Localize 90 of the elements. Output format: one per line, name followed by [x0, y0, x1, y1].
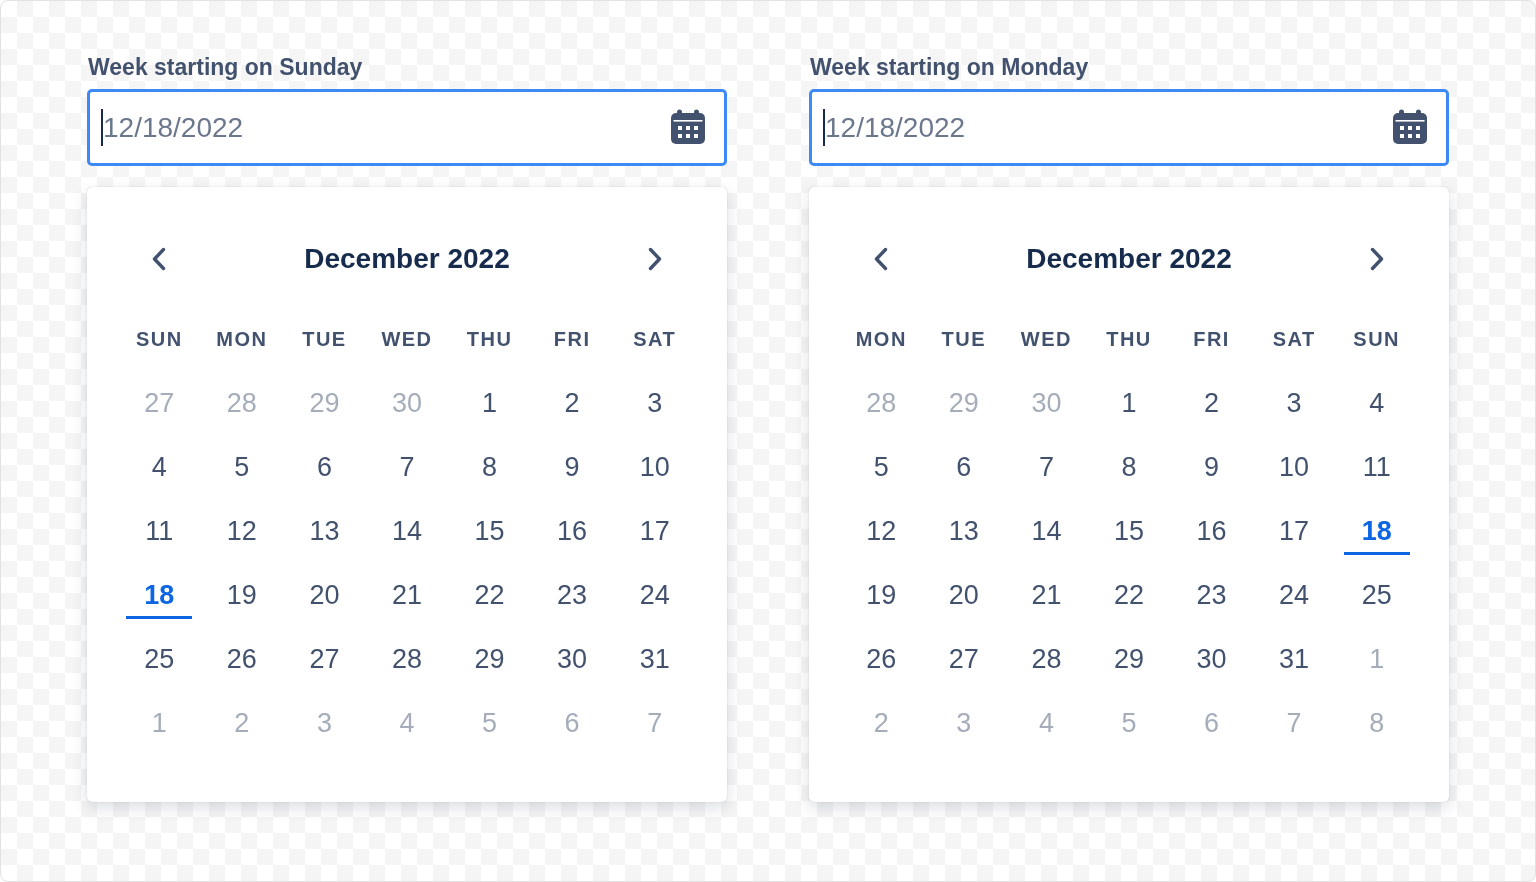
calendar-day[interactable]: 1: [1096, 379, 1162, 427]
calendar-day[interactable]: 11: [1343, 443, 1410, 491]
calendar-day[interactable]: 26: [208, 635, 275, 683]
calendar-day[interactable]: 7: [374, 443, 440, 491]
calendar-day[interactable]: 14: [1013, 507, 1080, 555]
calendar-day[interactable]: 21: [1013, 571, 1080, 619]
calendar-day[interactable]: 19: [848, 571, 915, 619]
calendar-day[interactable]: 4: [1343, 379, 1410, 427]
calendar-day[interactable]: 27: [930, 635, 997, 683]
calendar-day[interactable]: 22: [1096, 571, 1162, 619]
calendar-day[interactable]: 31: [1261, 635, 1328, 683]
weekday-label: TUE: [941, 327, 987, 351]
calendar-day[interactable]: 10: [621, 443, 688, 491]
weekday-label: MON: [855, 327, 907, 351]
calendar-day[interactable]: 24: [621, 571, 688, 619]
calendar-day[interactable]: 23: [539, 571, 606, 619]
weekday-label: MON: [216, 327, 268, 351]
calendar-day[interactable]: 29: [456, 635, 523, 683]
calendar-day[interactable]: 14: [374, 507, 440, 555]
month-title: December 2022: [1026, 243, 1232, 275]
calendar-icon: [670, 109, 706, 145]
weekday-label: WED: [381, 327, 433, 351]
calendar-day[interactable]: 12: [848, 507, 915, 555]
calendar-day[interactable]: 27: [291, 635, 358, 683]
calendar-day[interactable]: 12: [208, 507, 275, 555]
text-cursor-icon: [823, 109, 825, 146]
calendar-day[interactable]: 17: [1261, 507, 1328, 555]
calendar-day[interactable]: 24: [1261, 571, 1328, 619]
calendar-icon: [1392, 109, 1428, 145]
calendar-day[interactable]: 5: [848, 443, 915, 491]
weekday-label: WED: [1020, 327, 1072, 351]
weekday-label: TUE: [302, 327, 347, 351]
weekday-label: SAT: [633, 327, 677, 351]
field-label: Week starting on Sunday: [88, 53, 363, 81]
calendar-day[interactable]: 20: [930, 571, 997, 619]
calendar-day[interactable]: 9: [539, 443, 606, 491]
calendar-day[interactable]: 18: [126, 571, 193, 619]
weekday-label: SAT: [1272, 327, 1316, 351]
text-cursor-icon: [101, 109, 103, 146]
calendar-day[interactable]: 7: [1013, 443, 1080, 491]
date-input-field[interactable]: 12/18/2022: [809, 89, 1449, 166]
calendar-day[interactable]: 8: [456, 443, 523, 491]
calendar-day[interactable]: 28: [374, 635, 440, 683]
weekday-label: THU: [1106, 327, 1152, 351]
calendar-day[interactable]: 11: [126, 507, 193, 555]
chevron-left-icon: [874, 247, 889, 271]
calendar-day[interactable]: 26: [848, 635, 915, 683]
calendar-day[interactable]: 13: [930, 507, 997, 555]
chevron-right-icon: [647, 247, 662, 271]
calendar-day[interactable]: 21: [374, 571, 440, 619]
chevron-left-icon: [152, 247, 167, 271]
calendar-day[interactable]: 16: [539, 507, 606, 555]
calendar-day[interactable]: 3: [1261, 379, 1328, 427]
calendar-day[interactable]: 19: [208, 571, 275, 619]
calendar-day[interactable]: 18: [1343, 507, 1410, 555]
weekday-label: THU: [466, 327, 513, 351]
calendar-day[interactable]: 6: [930, 443, 997, 491]
calendar-day[interactable]: 5: [208, 443, 275, 491]
chevron-right-icon: [1369, 247, 1384, 271]
calendar-day[interactable]: 17: [621, 507, 688, 555]
calendar-day[interactable]: 3: [621, 379, 688, 427]
calendar-day[interactable]: 1: [456, 379, 523, 427]
calendar-day[interactable]: 20: [291, 571, 358, 619]
calendar-day[interactable]: 2: [1178, 379, 1245, 427]
calendar-day[interactable]: 15: [1096, 507, 1162, 555]
calendar-day[interactable]: 30: [539, 635, 606, 683]
weekday-label: FRI: [1193, 327, 1230, 351]
field-label: Week starting on Monday: [810, 53, 1089, 81]
calendar-day[interactable]: 22: [456, 571, 523, 619]
calendar-day[interactable]: 9: [1178, 443, 1245, 491]
weekday-label: SUN: [135, 327, 183, 351]
month-title: December 2022: [304, 243, 510, 275]
calendar-day[interactable]: 15: [456, 507, 523, 555]
calendar-day[interactable]: 10: [1261, 443, 1328, 491]
calendar-day[interactable]: 4: [126, 443, 193, 491]
weekday-label: FRI: [553, 327, 591, 351]
calendar-day[interactable]: 8: [1096, 443, 1162, 491]
calendar-day[interactable]: 31: [621, 635, 688, 683]
calendar-day[interactable]: 13: [291, 507, 358, 555]
calendar-day[interactable]: 25: [1343, 571, 1410, 619]
weekday-label: SUN: [1353, 327, 1401, 351]
calendar-day[interactable]: 28: [1013, 635, 1080, 683]
calendar-day[interactable]: 25: [126, 635, 193, 683]
calendar-day[interactable]: 30: [1178, 635, 1245, 683]
calendar-day[interactable]: 16: [1178, 507, 1245, 555]
calendar-day[interactable]: 2: [539, 379, 606, 427]
calendar-day[interactable]: 29: [1096, 635, 1162, 683]
date-input-field[interactable]: 12/18/2022: [87, 89, 727, 166]
calendar-day[interactable]: 6: [291, 443, 358, 491]
calendar-day[interactable]: 23: [1178, 571, 1245, 619]
